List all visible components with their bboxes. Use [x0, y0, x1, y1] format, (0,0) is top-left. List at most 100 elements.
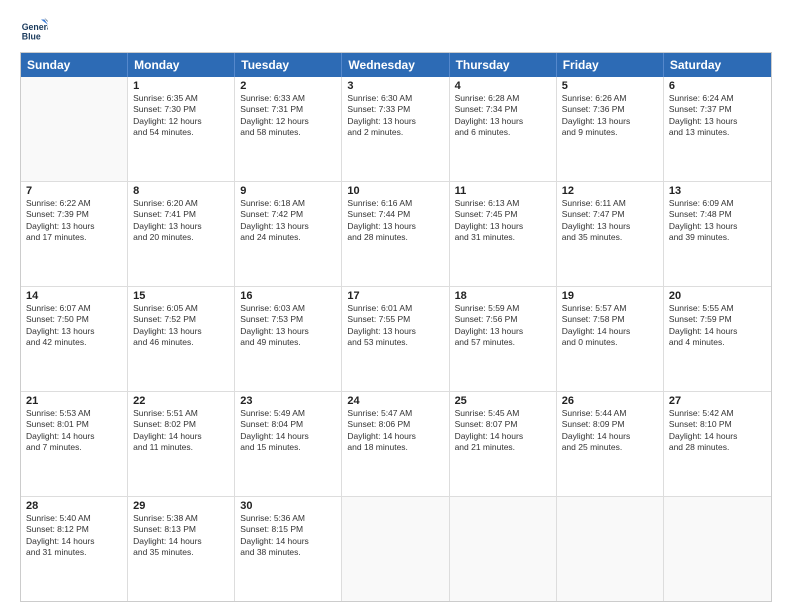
day-header-thursday: Thursday: [450, 53, 557, 77]
cell-info: Sunrise: 6:18 AM Sunset: 7:42 PM Dayligh…: [240, 198, 336, 244]
day-number: 19: [562, 290, 658, 302]
day-header-saturday: Saturday: [664, 53, 771, 77]
calendar-cell-9: 9Sunrise: 6:18 AM Sunset: 7:42 PM Daylig…: [235, 182, 342, 286]
day-number: 9: [240, 185, 336, 197]
cell-info: Sunrise: 5:55 AM Sunset: 7:59 PM Dayligh…: [669, 303, 766, 349]
calendar-cell-empty: [21, 77, 128, 181]
day-number: 12: [562, 185, 658, 197]
cell-info: Sunrise: 5:45 AM Sunset: 8:07 PM Dayligh…: [455, 408, 551, 454]
calendar-body: 1Sunrise: 6:35 AM Sunset: 7:30 PM Daylig…: [21, 77, 771, 601]
logo-icon: General Blue: [20, 16, 48, 44]
cell-info: Sunrise: 6:09 AM Sunset: 7:48 PM Dayligh…: [669, 198, 766, 244]
calendar-cell-14: 14Sunrise: 6:07 AM Sunset: 7:50 PM Dayli…: [21, 287, 128, 391]
calendar: SundayMondayTuesdayWednesdayThursdayFrid…: [20, 52, 772, 602]
day-number: 30: [240, 500, 336, 512]
cell-info: Sunrise: 6:26 AM Sunset: 7:36 PM Dayligh…: [562, 93, 658, 139]
day-number: 10: [347, 185, 443, 197]
calendar-cell-23: 23Sunrise: 5:49 AM Sunset: 8:04 PM Dayli…: [235, 392, 342, 496]
svg-text:General: General: [22, 22, 48, 32]
cell-info: Sunrise: 6:07 AM Sunset: 7:50 PM Dayligh…: [26, 303, 122, 349]
cell-info: Sunrise: 6:05 AM Sunset: 7:52 PM Dayligh…: [133, 303, 229, 349]
calendar-row-5: 28Sunrise: 5:40 AM Sunset: 8:12 PM Dayli…: [21, 497, 771, 601]
calendar-cell-30: 30Sunrise: 5:36 AM Sunset: 8:15 PM Dayli…: [235, 497, 342, 601]
calendar-row-1: 1Sunrise: 6:35 AM Sunset: 7:30 PM Daylig…: [21, 77, 771, 182]
calendar-cell-25: 25Sunrise: 5:45 AM Sunset: 8:07 PM Dayli…: [450, 392, 557, 496]
calendar-cell-4: 4Sunrise: 6:28 AM Sunset: 7:34 PM Daylig…: [450, 77, 557, 181]
calendar-cell-17: 17Sunrise: 6:01 AM Sunset: 7:55 PM Dayli…: [342, 287, 449, 391]
cell-info: Sunrise: 6:16 AM Sunset: 7:44 PM Dayligh…: [347, 198, 443, 244]
svg-text:Blue: Blue: [22, 32, 41, 42]
day-number: 23: [240, 395, 336, 407]
calendar-cell-26: 26Sunrise: 5:44 AM Sunset: 8:09 PM Dayli…: [557, 392, 664, 496]
calendar-cell-11: 11Sunrise: 6:13 AM Sunset: 7:45 PM Dayli…: [450, 182, 557, 286]
day-number: 24: [347, 395, 443, 407]
day-number: 28: [26, 500, 122, 512]
day-number: 5: [562, 80, 658, 92]
calendar-cell-2: 2Sunrise: 6:33 AM Sunset: 7:31 PM Daylig…: [235, 77, 342, 181]
day-number: 14: [26, 290, 122, 302]
calendar-cell-empty: [450, 497, 557, 601]
calendar-cell-22: 22Sunrise: 5:51 AM Sunset: 8:02 PM Dayli…: [128, 392, 235, 496]
day-number: 16: [240, 290, 336, 302]
calendar-cell-empty: [342, 497, 449, 601]
cell-info: Sunrise: 5:44 AM Sunset: 8:09 PM Dayligh…: [562, 408, 658, 454]
cell-info: Sunrise: 6:22 AM Sunset: 7:39 PM Dayligh…: [26, 198, 122, 244]
calendar-cell-20: 20Sunrise: 5:55 AM Sunset: 7:59 PM Dayli…: [664, 287, 771, 391]
cell-info: Sunrise: 5:53 AM Sunset: 8:01 PM Dayligh…: [26, 408, 122, 454]
calendar-cell-24: 24Sunrise: 5:47 AM Sunset: 8:06 PM Dayli…: [342, 392, 449, 496]
day-number: 8: [133, 185, 229, 197]
cell-info: Sunrise: 6:35 AM Sunset: 7:30 PM Dayligh…: [133, 93, 229, 139]
cell-info: Sunrise: 5:47 AM Sunset: 8:06 PM Dayligh…: [347, 408, 443, 454]
calendar-cell-8: 8Sunrise: 6:20 AM Sunset: 7:41 PM Daylig…: [128, 182, 235, 286]
day-number: 13: [669, 185, 766, 197]
calendar-cell-empty: [557, 497, 664, 601]
cell-info: Sunrise: 6:30 AM Sunset: 7:33 PM Dayligh…: [347, 93, 443, 139]
cell-info: Sunrise: 5:49 AM Sunset: 8:04 PM Dayligh…: [240, 408, 336, 454]
calendar-cell-15: 15Sunrise: 6:05 AM Sunset: 7:52 PM Dayli…: [128, 287, 235, 391]
calendar-cell-28: 28Sunrise: 5:40 AM Sunset: 8:12 PM Dayli…: [21, 497, 128, 601]
calendar-cell-6: 6Sunrise: 6:24 AM Sunset: 7:37 PM Daylig…: [664, 77, 771, 181]
logo: General Blue: [20, 16, 52, 44]
day-header-monday: Monday: [128, 53, 235, 77]
day-number: 2: [240, 80, 336, 92]
day-number: 11: [455, 185, 551, 197]
day-number: 21: [26, 395, 122, 407]
calendar-cell-21: 21Sunrise: 5:53 AM Sunset: 8:01 PM Dayli…: [21, 392, 128, 496]
page-header: General Blue: [20, 16, 772, 44]
day-number: 1: [133, 80, 229, 92]
calendar-cell-1: 1Sunrise: 6:35 AM Sunset: 7:30 PM Daylig…: [128, 77, 235, 181]
calendar-cell-7: 7Sunrise: 6:22 AM Sunset: 7:39 PM Daylig…: [21, 182, 128, 286]
calendar-cell-10: 10Sunrise: 6:16 AM Sunset: 7:44 PM Dayli…: [342, 182, 449, 286]
day-number: 6: [669, 80, 766, 92]
day-number: 15: [133, 290, 229, 302]
day-number: 26: [562, 395, 658, 407]
day-header-tuesday: Tuesday: [235, 53, 342, 77]
calendar-cell-19: 19Sunrise: 5:57 AM Sunset: 7:58 PM Dayli…: [557, 287, 664, 391]
cell-info: Sunrise: 5:51 AM Sunset: 8:02 PM Dayligh…: [133, 408, 229, 454]
cell-info: Sunrise: 5:38 AM Sunset: 8:13 PM Dayligh…: [133, 513, 229, 559]
calendar-cell-12: 12Sunrise: 6:11 AM Sunset: 7:47 PM Dayli…: [557, 182, 664, 286]
day-number: 25: [455, 395, 551, 407]
cell-info: Sunrise: 6:20 AM Sunset: 7:41 PM Dayligh…: [133, 198, 229, 244]
calendar-cell-29: 29Sunrise: 5:38 AM Sunset: 8:13 PM Dayli…: [128, 497, 235, 601]
day-number: 4: [455, 80, 551, 92]
day-number: 27: [669, 395, 766, 407]
day-header-friday: Friday: [557, 53, 664, 77]
calendar-cell-16: 16Sunrise: 6:03 AM Sunset: 7:53 PM Dayli…: [235, 287, 342, 391]
cell-info: Sunrise: 6:28 AM Sunset: 7:34 PM Dayligh…: [455, 93, 551, 139]
cell-info: Sunrise: 5:42 AM Sunset: 8:10 PM Dayligh…: [669, 408, 766, 454]
day-number: 3: [347, 80, 443, 92]
day-header-wednesday: Wednesday: [342, 53, 449, 77]
calendar-cell-5: 5Sunrise: 6:26 AM Sunset: 7:36 PM Daylig…: [557, 77, 664, 181]
cell-info: Sunrise: 6:01 AM Sunset: 7:55 PM Dayligh…: [347, 303, 443, 349]
cell-info: Sunrise: 6:11 AM Sunset: 7:47 PM Dayligh…: [562, 198, 658, 244]
cell-info: Sunrise: 6:03 AM Sunset: 7:53 PM Dayligh…: [240, 303, 336, 349]
day-number: 20: [669, 290, 766, 302]
cell-info: Sunrise: 5:36 AM Sunset: 8:15 PM Dayligh…: [240, 513, 336, 559]
cell-info: Sunrise: 6:24 AM Sunset: 7:37 PM Dayligh…: [669, 93, 766, 139]
cell-info: Sunrise: 6:13 AM Sunset: 7:45 PM Dayligh…: [455, 198, 551, 244]
cell-info: Sunrise: 5:57 AM Sunset: 7:58 PM Dayligh…: [562, 303, 658, 349]
cell-info: Sunrise: 5:59 AM Sunset: 7:56 PM Dayligh…: [455, 303, 551, 349]
calendar-cell-empty: [664, 497, 771, 601]
calendar-header: SundayMondayTuesdayWednesdayThursdayFrid…: [21, 53, 771, 77]
